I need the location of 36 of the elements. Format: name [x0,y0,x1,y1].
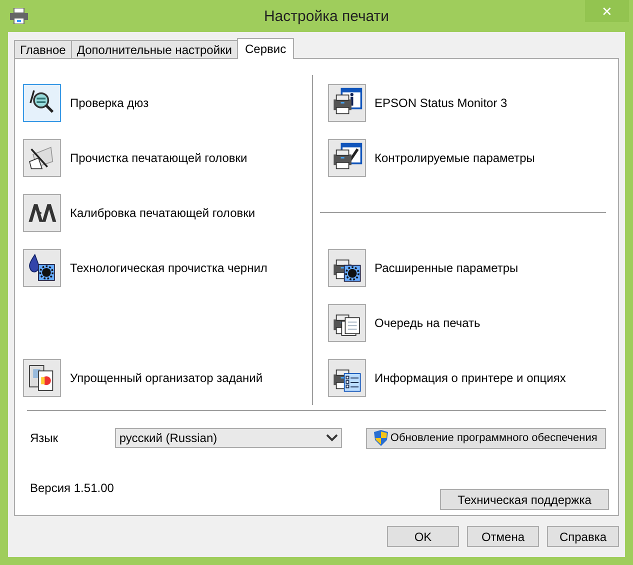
tool-label: Очередь на печать [374,316,480,330]
tool-button[interactable] [328,84,366,122]
tool-label: EPSON Status Monitor 3 [374,96,508,110]
tool-button[interactable] [328,358,366,396]
update-button[interactable]: Обновление программного обеспечения [366,428,606,448]
tool-button[interactable] [23,138,61,176]
tab[interactable]: Главное [14,40,72,58]
chevron-down-icon [326,434,338,442]
tool-button[interactable] [23,84,61,122]
tool-button[interactable] [23,358,61,396]
tool-button[interactable] [23,194,61,232]
version-text: Версия 1.51.00 [29,481,114,495]
dialog-button[interactable]: Отмена [467,526,539,547]
tool-label: Калибровка печатающей головки [70,206,256,220]
tool-label: Контролируемые параметры [374,150,535,164]
language-label: Язык [29,431,60,445]
tool-label: Упрощенный организатор заданий [70,370,263,384]
dialog-button[interactable]: Справка [547,526,619,547]
window-title: Настройка печати [264,8,390,24]
printer-icon [10,8,28,24]
shield-icon [374,430,388,446]
tool-label: Проверка дюз [70,96,149,110]
tool-label: Прочистка печатающей головки [70,150,248,164]
tab[interactable]: Сервис [237,38,294,59]
ink-drop-gear-icon [26,252,58,284]
tool-button[interactable] [328,304,366,342]
tool-label: Технологическая прочистка чернил [70,260,268,274]
tab[interactable]: Дополнительные настройки [70,40,238,58]
language-dropdown[interactable]: русский (Russian) [115,428,342,448]
tool-button[interactable] [328,248,366,286]
tool-button[interactable] [23,248,61,286]
support-button[interactable]: Техническая поддержка [440,489,609,510]
tool-label: Информация о принтере и опциях [374,370,566,384]
tool-button[interactable] [328,138,366,176]
dialog-button[interactable]: OK [387,526,459,547]
tool-label: Расширенные параметры [374,260,518,274]
